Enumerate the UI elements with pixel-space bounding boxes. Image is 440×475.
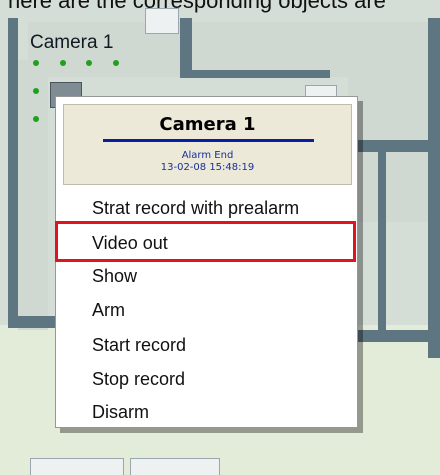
camera-marker-dot — [113, 60, 119, 66]
camera-marker-dot — [33, 60, 39, 66]
furniture-box-top — [145, 8, 179, 34]
menu-item-arm[interactable]: Arm — [92, 296, 125, 324]
room-area-left — [18, 60, 48, 330]
title-underline — [103, 139, 314, 142]
top-caption-text: here are the corresponding objects are — [8, 0, 386, 13]
menu-item-show[interactable]: Show — [92, 262, 137, 290]
menu-item-stop-record[interactable]: Stop record — [92, 365, 185, 393]
room-area-right — [348, 22, 428, 222]
menu-item-start-record[interactable]: Start record — [92, 331, 186, 359]
camera-marker-dot — [33, 88, 39, 94]
furniture-box-bottom-right — [130, 458, 220, 475]
wall-inner-vertical — [378, 150, 386, 330]
wall-right-outer — [428, 18, 440, 358]
wall-lower-left — [8, 316, 60, 328]
camera-map-label: Camera 1 — [30, 32, 114, 53]
menu-header: Camera 1 Alarm End 13-02-08 15:48:19 — [63, 104, 352, 185]
menu-item-strat-record-with-prealarm[interactable]: Strat record with prealarm — [92, 194, 299, 222]
menu-item-disarm[interactable]: Disarm — [92, 398, 149, 426]
camera-marker-dot — [33, 116, 39, 122]
alarm-timestamp: 13-02-08 15:48:19 — [160, 162, 255, 173]
camera-marker-dot — [86, 60, 92, 66]
camera-marker-dot — [60, 60, 66, 66]
furniture-box-bottom-left — [30, 458, 124, 475]
wall-left-outer — [8, 18, 18, 318]
wall-right-horizontal — [356, 140, 428, 152]
alarm-status: Alarm End — [181, 150, 234, 161]
wall-lower-right — [356, 330, 440, 342]
highlight-box-video-out — [55, 221, 356, 262]
wall-upper-horizontal — [180, 70, 330, 78]
wall-top-right — [180, 18, 192, 76]
menu-title: Camera 1 — [159, 114, 256, 135]
camera-context-menu: Camera 1 Alarm End 13-02-08 15:48:19 Str… — [55, 96, 358, 428]
